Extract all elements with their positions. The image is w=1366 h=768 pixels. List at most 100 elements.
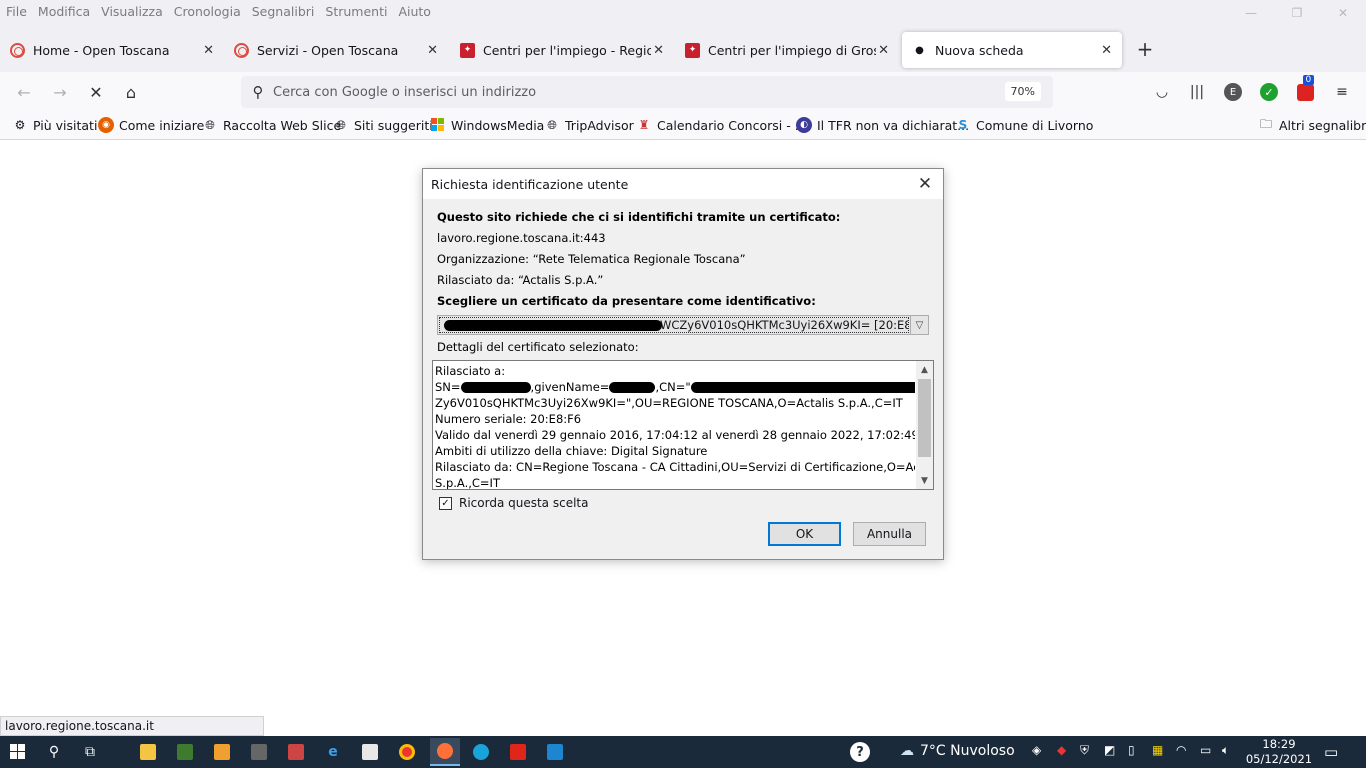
bookmark-windowsmedia[interactable]: WindowsMedia xyxy=(430,117,544,133)
bookmark-comune-livorno[interactable]: S Comune di Livorno xyxy=(955,117,1094,133)
edge-icon[interactable] xyxy=(469,740,493,764)
scroll-down-icon[interactable]: ▼ xyxy=(916,472,933,489)
close-tab-icon[interactable]: ✕ xyxy=(653,43,664,58)
regione-toscana-favicon-icon: ✦ xyxy=(685,42,700,58)
tray-app-icon[interactable]: ▦ xyxy=(1152,743,1163,757)
certificate-details-box[interactable]: Rilasciato a: SN= ,givenName= ,CN=" Zy6V01… xyxy=(432,360,934,490)
navigation-bar: ← → ✕ ⌂ ⚲ 70% ◡ ||| E ✓ 0 ≡ xyxy=(0,72,1366,112)
tray-app-icon[interactable]: ◈ xyxy=(1032,743,1041,757)
bookmark-tfr[interactable]: ◐ Il TFR non va dichiarat... xyxy=(796,117,969,133)
menu-cronologia[interactable]: Cronologia xyxy=(174,4,241,19)
tab-centri-impiego-grosseto[interactable]: ✦ Centri per l'impiego di Grosseto ✕ xyxy=(675,32,899,68)
menu-visualizza[interactable]: Visualizza xyxy=(101,4,163,19)
back-arrow-icon[interactable]: ← xyxy=(13,81,35,103)
scroll-up-icon[interactable]: ▲ xyxy=(916,361,933,378)
acrobat-icon[interactable] xyxy=(506,740,530,764)
tray-app-icon[interactable]: ◩ xyxy=(1104,743,1115,757)
globe-icon: 🌐︎ xyxy=(336,117,346,132)
menu-hamburger-icon[interactable]: ≡ xyxy=(1331,81,1353,103)
certificate-identification-dialog: Richiesta identificazione utente ✕ Quest… xyxy=(422,168,944,560)
system-clock[interactable]: 18:29 05/12/2021 xyxy=(1244,737,1314,767)
globe-icon: 🌐︎ xyxy=(205,117,215,132)
bookmark-label: Siti suggeriti xyxy=(354,117,433,133)
details-scrollbar[interactable]: ▲ ▼ xyxy=(916,361,933,489)
usb-icon[interactable]: ▯ xyxy=(1128,743,1135,757)
details-line: Valido dal venerdì 29 gennaio 2016, 17:0… xyxy=(435,428,915,442)
menu-segnalibri[interactable]: Segnalibri xyxy=(252,4,315,19)
menu-strumenti[interactable]: Strumenti xyxy=(325,4,387,19)
library-icon[interactable]: ||| xyxy=(1186,81,1208,103)
help-icon[interactable]: ? xyxy=(848,740,872,764)
bookmark-altri-segnalibri[interactable]: 🗀︎ Altri segnalibri xyxy=(1258,117,1366,133)
new-tab-plus-icon[interactable]: + xyxy=(1134,34,1156,64)
extension-badge: 0 xyxy=(1302,74,1315,85)
notifications-icon[interactable]: ▭ xyxy=(1324,743,1338,761)
tab-servizi-open-toscana[interactable]: Servizi - Open Toscana ✕ xyxy=(224,32,448,68)
bookmark-come-iniziare[interactable]: ◉ Come iniziare xyxy=(98,117,204,133)
details-line: Numero seriale: 20:E8:F6 xyxy=(435,412,582,426)
scroll-thumb[interactable] xyxy=(918,379,931,457)
battery-icon[interactable]: ▭ xyxy=(1200,743,1211,757)
bookmark-calendario-concorsi[interactable]: ♜ Calendario Concorsi - ... xyxy=(636,117,807,133)
remember-choice-checkbox[interactable]: ✓ Ricorda questa scelta xyxy=(439,496,588,510)
cloud-icon: ☁ xyxy=(900,743,914,759)
windows-logo-icon xyxy=(430,117,446,133)
close-tab-icon[interactable]: ✕ xyxy=(203,43,214,58)
adblock-extension-icon[interactable]: 0 xyxy=(1294,74,1316,103)
antivirus-icon[interactable]: ◆ xyxy=(1057,743,1066,757)
bookmark-piu-visitati[interactable]: ⚙ Più visitati xyxy=(12,117,98,133)
menu-file[interactable]: File xyxy=(6,4,27,19)
address-bar[interactable]: ⚲ 70% xyxy=(241,76,1053,108)
media-player-icon[interactable] xyxy=(210,740,234,764)
close-tab-icon[interactable]: ✕ xyxy=(427,43,438,58)
bookmark-label: Calendario Concorsi - ... xyxy=(657,117,807,133)
chevron-down-icon[interactable]: ▽ xyxy=(910,316,928,334)
file-explorer-icon[interactable] xyxy=(136,740,160,764)
app-icon[interactable] xyxy=(173,740,197,764)
search-icon[interactable]: ⚲ xyxy=(42,740,66,764)
bookmark-label: Il TFR non va dichiarat... xyxy=(817,117,970,133)
stop-loading-icon[interactable]: ✕ xyxy=(85,81,107,103)
close-tab-icon[interactable]: ✕ xyxy=(878,43,889,58)
internet-explorer-icon[interactable]: e xyxy=(321,740,345,764)
menu-modifica[interactable]: Modifica xyxy=(38,4,90,19)
livorno-favicon-icon: S xyxy=(958,118,968,132)
task-view-icon[interactable]: ⧉ xyxy=(78,740,102,764)
regione-toscana-favicon-icon: ✦ xyxy=(460,42,475,58)
bookmark-tripadvisor[interactable]: 🌐︎ TripAdvisor xyxy=(544,117,634,133)
checkbox-checked-icon[interactable]: ✓ xyxy=(439,496,452,510)
close-icon[interactable]: ✕ xyxy=(915,173,935,195)
zoom-level-badge[interactable]: 70% xyxy=(1004,82,1041,101)
close-tab-icon[interactable]: ✕ xyxy=(1101,43,1112,58)
shield-icon[interactable]: ⛨ xyxy=(1080,743,1089,758)
paint-icon[interactable] xyxy=(358,740,382,764)
tab-centri-impiego-regione[interactable]: ✦ Centri per l'impiego - Regione Toscana… xyxy=(450,32,674,68)
start-windows-icon[interactable] xyxy=(6,740,30,764)
chrome-icon[interactable] xyxy=(395,740,419,764)
cancel-button[interactable]: Annulla xyxy=(853,522,926,546)
tab-home-open-toscana[interactable]: Home - Open Toscana ✕ xyxy=(0,32,224,68)
details-line: Zy6V010sQHKTMc3Uyi26Xw9KI=",OU=REGIONE T… xyxy=(435,396,903,410)
volume-icon[interactable]: 🔈︎ xyxy=(1222,743,1229,758)
tab-title: Servizi - Open Toscana xyxy=(257,42,399,58)
certificate-select[interactable]: WCZy6V010sQHKTMc3Uyi26Xw9KI= [20:E8:F6] … xyxy=(437,315,929,335)
ok-button[interactable]: OK xyxy=(768,522,841,546)
pocket-icon[interactable]: ◡ xyxy=(1151,81,1173,103)
bookmark-label: Raccolta Web Slice xyxy=(223,117,342,133)
home-icon[interactable]: ⌂ xyxy=(120,81,142,103)
bookmark-raccolta-web-slice[interactable]: 🌐︎ Raccolta Web Slice xyxy=(202,117,341,133)
url-input[interactable] xyxy=(273,84,973,100)
wifi-icon[interactable]: ◠ xyxy=(1176,743,1186,757)
firefox-taskbar-icon[interactable] xyxy=(430,738,460,766)
menu-aiuto[interactable]: Aiuto xyxy=(398,4,431,19)
forward-arrow-icon[interactable]: → xyxy=(49,81,71,103)
tab-nuova-scheda[interactable]: ● Nuova scheda ✕ xyxy=(902,32,1122,68)
app-icon[interactable] xyxy=(543,740,567,764)
app-icon[interactable] xyxy=(284,740,308,764)
calculator-icon[interactable] xyxy=(247,740,271,764)
weather-widget[interactable]: ☁ 7°C Nuvoloso xyxy=(900,743,1015,759)
checkmark-extension-icon[interactable]: ✓ xyxy=(1258,81,1280,103)
bookmark-siti-suggeriti[interactable]: 🌐︎ Siti suggeriti xyxy=(333,117,433,133)
extension-e-icon[interactable]: E xyxy=(1222,81,1244,103)
bookmark-label: TripAdvisor xyxy=(565,117,634,133)
